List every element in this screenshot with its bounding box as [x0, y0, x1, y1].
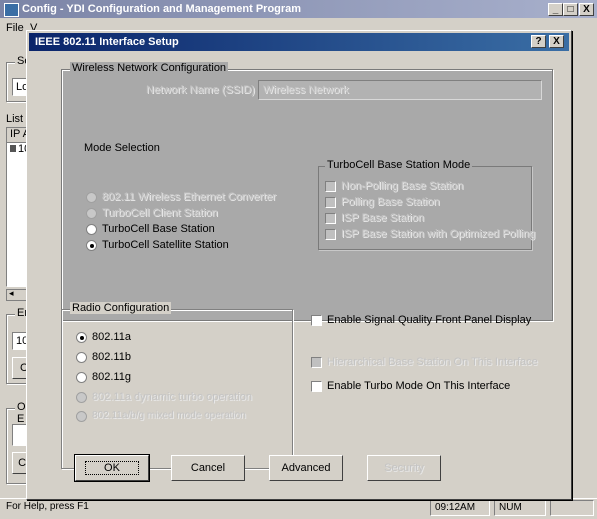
- network-name-value: Wireless Network: [263, 84, 349, 96]
- status-empty: [550, 500, 594, 516]
- base-mode-label-3: ISP Base Station with Optimized Polling: [341, 228, 536, 240]
- base-station-mode-label: TurboCell Base Station Mode: [325, 159, 473, 171]
- hierarchical-base-checkbox[interactable]: [311, 357, 322, 368]
- base-mode-check-2[interactable]: [325, 213, 336, 224]
- wireless-config-group: Wireless Network Configuration Network N…: [61, 62, 553, 321]
- menu-file[interactable]: File: [6, 22, 24, 34]
- mode-radio-3[interactable]: [86, 240, 97, 251]
- hierarchical-base-label: Hierarchical Base Station On This Interf…: [327, 356, 538, 368]
- radio-option-0[interactable]: [76, 332, 87, 343]
- dialog-title: IEEE 802.11 Interface Setup: [35, 36, 179, 48]
- dialog-close-button[interactable]: X: [549, 35, 564, 48]
- base-mode-label-1: Polling Base Station: [341, 196, 440, 208]
- dialog-title-bar: IEEE 802.11 Interface Setup: [29, 33, 569, 51]
- ok-button[interactable]: OK: [74, 454, 150, 482]
- base-mode-label-0: Non-Polling Base Station: [341, 180, 464, 192]
- turbo-mode-checkbox[interactable]: [311, 381, 322, 392]
- interface-setup-dialog: IEEE 802.11 Interface Setup ? X Wireless…: [26, 30, 572, 500]
- base-mode-check-3[interactable]: [325, 229, 336, 240]
- computer-icon: [10, 145, 16, 152]
- maximize-button[interactable]: □: [563, 3, 578, 16]
- ok-button-label: OK: [85, 461, 139, 475]
- radio-option-2[interactable]: [76, 372, 87, 383]
- radio-option-label-3: 802.11a dynamic turbo operation: [92, 391, 253, 403]
- main-title-bar: Config - YDI Configuration and Managemen…: [0, 0, 597, 18]
- status-time: 09:12AM: [430, 500, 490, 516]
- advanced-button[interactable]: Advanced: [269, 455, 343, 481]
- mode-radio-0[interactable]: [86, 192, 97, 203]
- signal-quality-label: Enable Signal Quality Front Panel Displa…: [327, 314, 532, 326]
- cancel-button[interactable]: Cancel: [171, 455, 245, 481]
- mode-radio-2[interactable]: [86, 224, 97, 235]
- security-button[interactable]: Security: [367, 455, 441, 481]
- network-name-field[interactable]: Wireless Network: [258, 80, 542, 100]
- radio-option-1[interactable]: [76, 352, 87, 363]
- radio-option-label-1: 802.11b: [92, 351, 131, 363]
- app-icon: [4, 3, 19, 17]
- base-mode-check-0[interactable]: [325, 181, 336, 192]
- mode-label-0: 802.11 Wireless Ethernet Converter: [102, 191, 277, 203]
- scroll-left-icon[interactable]: ◂: [9, 288, 14, 299]
- signal-quality-checkbox[interactable]: [311, 315, 322, 326]
- radio-config-label: Radio Configuration: [70, 302, 172, 314]
- mode-label-3: TurboCell Satellite Station: [102, 239, 229, 251]
- base-mode-check-1[interactable]: [325, 197, 336, 208]
- status-help: For Help, press F1: [6, 501, 89, 512]
- mode-selection-label: Mode Selection: [84, 142, 160, 154]
- minimize-button[interactable]: _: [548, 3, 563, 16]
- radio-option-label-0: 802.11a: [92, 331, 131, 343]
- network-name-label: Network Name (SSID): [146, 84, 255, 96]
- radio-option-3[interactable]: [76, 392, 87, 403]
- base-mode-label-2: ISP Base Station: [341, 212, 424, 224]
- radio-option-label-4: 802.11a/b/g mixed mode operation: [92, 410, 246, 421]
- turbo-mode-label: Enable Turbo Mode On This Interface: [327, 380, 511, 392]
- close-button[interactable]: X: [579, 3, 594, 16]
- main-window-title: Config - YDI Configuration and Managemen…: [22, 3, 302, 15]
- mode-label-2: TurboCell Base Station: [102, 223, 215, 235]
- base-station-mode-group: TurboCell Base Station Mode Non-Polling …: [318, 159, 536, 250]
- help-button[interactable]: ?: [531, 35, 546, 48]
- wireless-config-label: Wireless Network Configuration: [70, 62, 229, 74]
- status-num: NUM: [494, 500, 546, 516]
- mode-label-1: TurboCell Client Station: [102, 207, 218, 219]
- radio-option-4[interactable]: [76, 411, 87, 422]
- mode-radio-1[interactable]: [86, 208, 97, 219]
- radio-option-label-2: 802.11g: [92, 371, 131, 383]
- radio-config-group: Radio Configuration 802.11a 802.11b 802.…: [61, 302, 293, 469]
